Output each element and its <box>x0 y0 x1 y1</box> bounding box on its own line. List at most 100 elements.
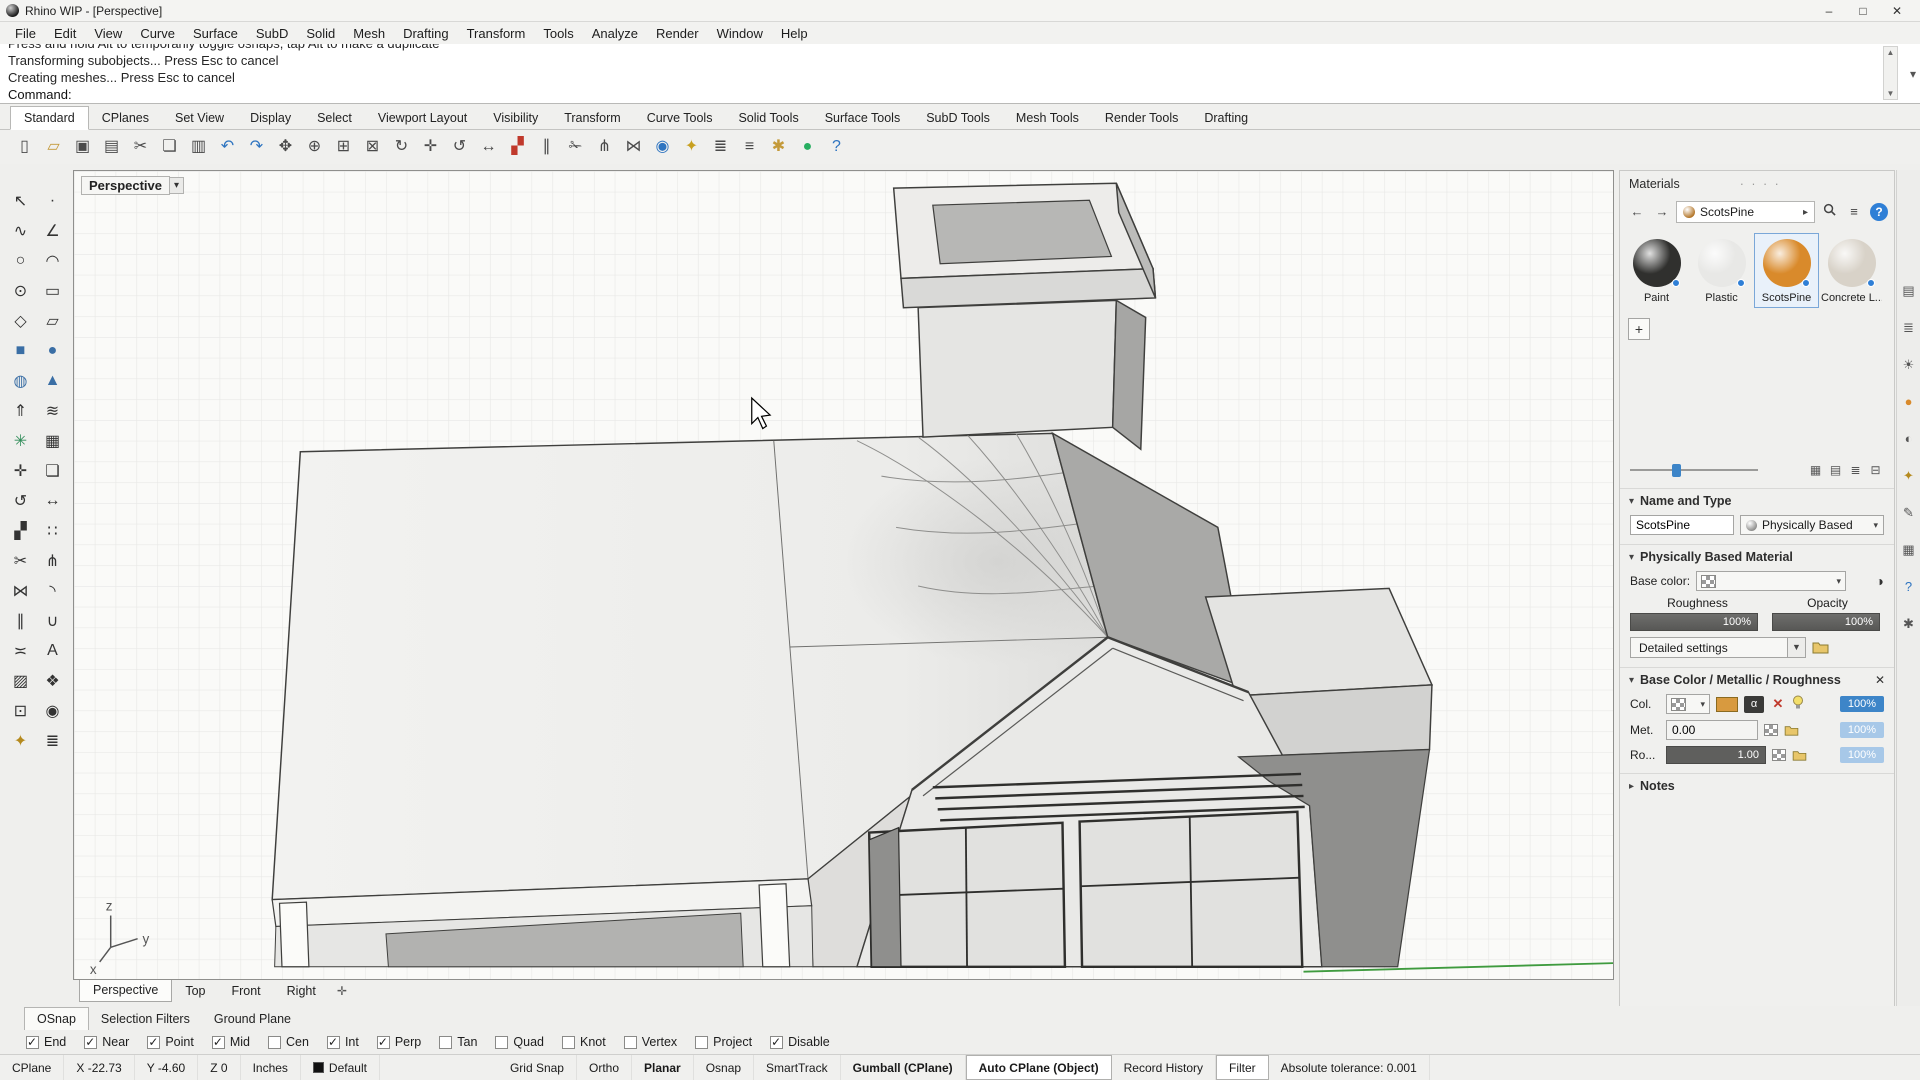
roughness-texture-checker[interactable] <box>1772 749 1786 761</box>
panel-lights-icon[interactable]: ✦ <box>1899 465 1919 485</box>
roughness-percent-badge[interactable]: 100% <box>1840 747 1884 763</box>
remove-texture-icon[interactable]: ✕ <box>1770 696 1786 712</box>
new-viewport-icon[interactable]: ✛ <box>329 980 355 1002</box>
osnap-checkbox-item[interactable]: Perp <box>376 1035 421 1049</box>
back-button[interactable]: ← <box>1626 201 1648 223</box>
panel-properties-icon[interactable]: ▤ <box>1899 280 1919 300</box>
point-tool-icon[interactable]: ∙ <box>37 186 69 216</box>
mirror-icon[interactable]: ▞ <box>503 133 532 162</box>
menu-item[interactable]: Drafting <box>394 24 458 43</box>
join-tool-icon[interactable]: ⋈ <box>5 576 37 606</box>
panel-help-icon[interactable]: ? <box>1899 576 1919 596</box>
hatch-tool-icon[interactable]: ▨ <box>5 666 37 696</box>
checkbox[interactable] <box>376 1035 390 1049</box>
cut-icon[interactable]: ✂ <box>126 133 155 162</box>
move-tool-icon[interactable]: ✛ <box>5 456 37 486</box>
folder-icon[interactable] <box>1792 750 1807 761</box>
checkbox[interactable] <box>84 1035 98 1049</box>
add-material-button[interactable]: + <box>1628 318 1650 340</box>
folder-icon[interactable] <box>1812 641 1829 654</box>
metallic-texture-checker[interactable] <box>1764 724 1778 736</box>
status-pane[interactable]: Record History <box>1112 1055 1216 1080</box>
osnap-checkbox-item[interactable]: Mid <box>211 1035 250 1049</box>
osnap-checkbox-item[interactable]: Cen <box>268 1035 309 1049</box>
menu-item[interactable]: SubD <box>247 24 298 43</box>
viewport-tab[interactable]: Top <box>172 980 218 1002</box>
checkbox[interactable] <box>695 1035 709 1049</box>
toolbar-tab[interactable]: Mesh Tools <box>1003 107 1092 129</box>
scale-tool-icon[interactable]: ↔ <box>37 486 69 516</box>
osnap-checkbox-item[interactable]: Int <box>326 1035 359 1049</box>
offset-tool-icon[interactable]: ∥ <box>5 606 37 636</box>
base-color-dropdown[interactable]: ▾ <box>1696 571 1847 591</box>
status-pane[interactable]: CPlane <box>0 1055 65 1080</box>
checkbox[interactable] <box>211 1035 225 1049</box>
menu-item[interactable]: Help <box>772 24 817 43</box>
material-type-select[interactable]: Physically Based ▾ <box>1740 515 1884 535</box>
new-file-icon[interactable]: ▯ <box>10 133 39 162</box>
menu-item[interactable]: View <box>85 24 131 43</box>
menu-item[interactable]: Tools <box>534 24 582 43</box>
menu-item[interactable]: Analyze <box>583 24 647 43</box>
checkbox[interactable] <box>439 1035 453 1049</box>
panel-display-icon[interactable]: ☀ <box>1899 354 1919 374</box>
alpha-icon[interactable]: α <box>1744 695 1764 713</box>
osnap-tab[interactable]: OSnap <box>24 1007 89 1030</box>
toolbar-tab[interactable]: Drafting <box>1191 107 1261 129</box>
menu-item[interactable]: Surface <box>184 24 247 43</box>
copy-icon[interactable]: ❏ <box>155 133 184 162</box>
material-plastic[interactable]: Plastic <box>1689 233 1754 308</box>
viewport-title[interactable]: Perspective <box>81 176 170 195</box>
help-icon[interactable]: ? <box>1870 203 1888 221</box>
options-icon[interactable]: ✱ <box>764 133 793 162</box>
toolbar-tab[interactable]: Viewport Layout <box>365 107 480 129</box>
chevron-right-icon[interactable]: ▸ <box>1803 207 1808 218</box>
breadcrumb[interactable]: ScotsPine ▸ <box>1676 201 1815 223</box>
rotate-icon[interactable]: ↺ <box>445 133 474 162</box>
panel-layers-icon[interactable]: ≣ <box>1899 317 1919 337</box>
menu-item[interactable]: Curve <box>131 24 184 43</box>
layer-tool-icon[interactable]: ≣ <box>37 726 69 756</box>
metallic-input[interactable] <box>1666 720 1758 740</box>
layers-icon[interactable]: ≣ <box>706 133 735 162</box>
sphere-tool-icon[interactable]: ● <box>37 336 69 366</box>
close-button[interactable]: ✕ <box>1880 1 1914 21</box>
viewport-tab[interactable]: Perspective <box>79 980 173 1002</box>
paste-icon[interactable]: ▥ <box>184 133 213 162</box>
viewport-tab[interactable]: Front <box>218 980 273 1002</box>
maximize-button[interactable]: □ <box>1846 1 1880 21</box>
osnap-checkbox-item[interactable]: Quad <box>495 1035 544 1049</box>
plane-tool-icon[interactable]: ▱ <box>37 306 69 336</box>
command-scrollbar[interactable]: ▲ ▼ <box>1883 46 1898 100</box>
status-pane[interactable]: Inches <box>241 1055 301 1080</box>
panel-menu-icon[interactable]: ≡ <box>1843 201 1865 223</box>
chevron-down-icon[interactable]: ▾ <box>170 177 185 194</box>
polyline-tool-icon[interactable]: ∠ <box>37 216 69 246</box>
checkbox[interactable] <box>326 1035 340 1049</box>
status-pane[interactable]: Ortho <box>577 1055 632 1080</box>
panel-libraries-icon[interactable]: ▦ <box>1899 539 1919 559</box>
lightbulb-icon[interactable] <box>1792 695 1804 713</box>
checkbox[interactable] <box>623 1035 637 1049</box>
section-physically-based[interactable]: ▾ Physically Based Material <box>1620 544 1894 568</box>
mesh-tool-icon[interactable]: ▦ <box>37 426 69 456</box>
material-concrete[interactable]: Concrete L... <box>1819 233 1884 308</box>
opacity-value-bar[interactable]: 100% <box>1772 613 1880 631</box>
rotate-view-icon[interactable]: ↻ <box>387 133 416 162</box>
toolbar-tab[interactable]: Curve Tools <box>634 107 726 129</box>
osnap-checkbox-item[interactable]: Point <box>147 1035 194 1049</box>
list-view-icon[interactable]: ▤ <box>1827 462 1844 479</box>
toolbar-tab[interactable]: Set View <box>162 107 237 129</box>
lock-icon[interactable]: ✦ <box>677 133 706 162</box>
osnap-tab[interactable]: Selection Filters <box>89 1008 202 1030</box>
close-icon[interactable]: ✕ <box>1875 673 1885 687</box>
osnap-checkbox-item[interactable]: Project <box>695 1035 752 1049</box>
osnap-checkbox-item[interactable]: Knot <box>562 1035 606 1049</box>
toolbar-tab[interactable]: Surface Tools <box>812 107 914 129</box>
status-pane[interactable]: Osnap <box>694 1055 755 1080</box>
split-tool-icon[interactable]: ⋔ <box>37 546 69 576</box>
undo-icon[interactable]: ↶ <box>213 133 242 162</box>
toolbar-tab[interactable]: Visibility <box>480 107 551 129</box>
visibility-tool-icon[interactable]: ◉ <box>37 696 69 726</box>
compact-view-icon[interactable]: ⊟ <box>1867 462 1884 479</box>
